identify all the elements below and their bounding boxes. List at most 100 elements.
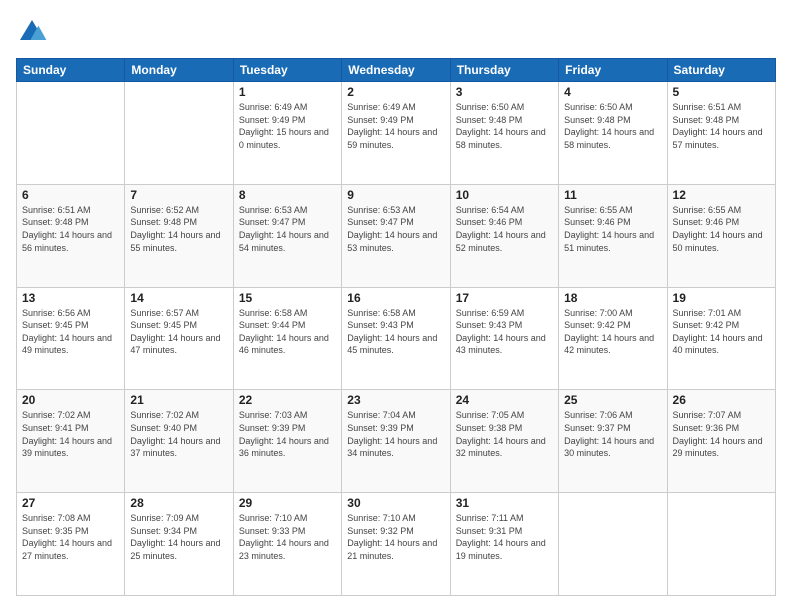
header xyxy=(16,16,776,48)
day-info-26: Sunrise: 7:07 AM Sunset: 9:36 PM Dayligh… xyxy=(673,409,770,459)
week-row-2: 6Sunrise: 6:51 AM Sunset: 9:48 PM Daylig… xyxy=(17,184,776,287)
day-cell-14: 14Sunrise: 6:57 AM Sunset: 9:45 PM Dayli… xyxy=(125,287,233,390)
day-cell-6: 6Sunrise: 6:51 AM Sunset: 9:48 PM Daylig… xyxy=(17,184,125,287)
day-info-2: Sunrise: 6:49 AM Sunset: 9:49 PM Dayligh… xyxy=(347,101,444,151)
day-cell-9: 9 Sunrise: 6:53 AM Sunset: 9:47 PM Daylig… xyxy=(342,184,450,287)
day-cell-15: 15Sunrise: 6:58 AM Sunset: 9:44 PM Dayli… xyxy=(233,287,341,390)
day-cell-12: 12 Sunrise: 6:55 AM Sunset: 9:46 PM Dayli… xyxy=(667,184,775,287)
day-number-28: 28 xyxy=(130,496,227,510)
day-number-10: 10 xyxy=(456,188,553,202)
day-cell-23: 23Sunrise: 7:04 AM Sunset: 9:39 PM Dayli… xyxy=(342,390,450,493)
day-number-4: 4 xyxy=(564,85,661,99)
day-info-24: Sunrise: 7:05 AM Sunset: 9:38 PM Dayligh… xyxy=(456,409,553,459)
day-number-16: 16 xyxy=(347,291,444,305)
day-info-27: Sunrise: 7:08 AM Sunset: 9:35 PM Dayligh… xyxy=(22,512,119,562)
day-cell-10: 10 Sunrise: 6:54 AM Sunset: 9:46 PM Dayli… xyxy=(450,184,558,287)
day-cell-22: 22Sunrise: 7:03 AM Sunset: 9:39 PM Dayli… xyxy=(233,390,341,493)
day-info-21: Sunrise: 7:02 AM Sunset: 9:40 PM Dayligh… xyxy=(130,409,227,459)
day-cell-25: 25 Sunrise: 7:06 AM Sunset: 9:37 PM Dayli… xyxy=(559,390,667,493)
week-row-1: 1 Sunrise: 6:49 AM Sunset: 9:49 PM Daylig… xyxy=(17,82,776,185)
day-number-20: 20 xyxy=(22,393,119,407)
day-number-12: 12 xyxy=(673,188,770,202)
week-row-5: 27 Sunrise: 7:08 AM Sunset: 9:35 PM Dayli… xyxy=(17,493,776,596)
day-info-31: Sunrise: 7:11 AM Sunset: 9:31 PM Dayligh… xyxy=(456,512,553,562)
empty-cell xyxy=(125,82,233,185)
day-cell-7: 7 Sunrise: 6:52 AM Sunset: 9:48 PM Daylig… xyxy=(125,184,233,287)
weekday-header-monday: Monday xyxy=(125,59,233,82)
day-number-7: 7 xyxy=(130,188,227,202)
day-info-3: Sunrise: 6:50 AM Sunset: 9:48 PM Dayligh… xyxy=(456,101,553,151)
logo xyxy=(16,16,52,48)
day-number-8: 8 xyxy=(239,188,336,202)
day-cell-1: 1 Sunrise: 6:49 AM Sunset: 9:49 PM Daylig… xyxy=(233,82,341,185)
weekday-header-wednesday: Wednesday xyxy=(342,59,450,82)
day-number-13: 13 xyxy=(22,291,119,305)
weekday-header-thursday: Thursday xyxy=(450,59,558,82)
day-number-2: 2 xyxy=(347,85,444,99)
day-number-27: 27 xyxy=(22,496,119,510)
day-info-9: Sunrise: 6:53 AM Sunset: 9:47 PM Dayligh… xyxy=(347,204,444,254)
day-number-19: 19 xyxy=(673,291,770,305)
day-info-19: Sunrise: 7:01 AM Sunset: 9:42 PM Dayligh… xyxy=(673,307,770,357)
day-info-12: Sunrise: 6:55 AM Sunset: 9:46 PM Dayligh… xyxy=(673,204,770,254)
day-number-18: 18 xyxy=(564,291,661,305)
day-number-3: 3 xyxy=(456,85,553,99)
day-info-8: Sunrise: 6:53 AM Sunset: 9:47 PM Dayligh… xyxy=(239,204,336,254)
day-info-4: Sunrise: 6:50 AM Sunset: 9:48 PM Dayligh… xyxy=(564,101,661,151)
day-info-13: Sunrise: 6:56 AM Sunset: 9:45 PM Dayligh… xyxy=(22,307,119,357)
day-cell-31: 31 Sunrise: 7:11 AM Sunset: 9:31 PM Dayli… xyxy=(450,493,558,596)
weekday-header-row: SundayMondayTuesdayWednesdayThursdayFrid… xyxy=(17,59,776,82)
day-cell-16: 16 Sunrise: 6:58 AM Sunset: 9:43 PM Dayli… xyxy=(342,287,450,390)
day-number-24: 24 xyxy=(456,393,553,407)
page: SundayMondayTuesdayWednesdayThursdayFrid… xyxy=(0,0,792,612)
day-number-26: 26 xyxy=(673,393,770,407)
day-cell-11: 11Sunrise: 6:55 AM Sunset: 9:46 PM Dayli… xyxy=(559,184,667,287)
day-info-16: Sunrise: 6:58 AM Sunset: 9:43 PM Dayligh… xyxy=(347,307,444,357)
day-number-22: 22 xyxy=(239,393,336,407)
day-info-1: Sunrise: 6:49 AM Sunset: 9:49 PM Dayligh… xyxy=(239,101,336,151)
day-cell-5: 5 Sunrise: 6:51 AM Sunset: 9:48 PM Daylig… xyxy=(667,82,775,185)
day-cell-13: 13 Sunrise: 6:56 AM Sunset: 9:45 PM Dayli… xyxy=(17,287,125,390)
day-number-25: 25 xyxy=(564,393,661,407)
weekday-header-tuesday: Tuesday xyxy=(233,59,341,82)
weekday-header-saturday: Saturday xyxy=(667,59,775,82)
day-info-30: Sunrise: 7:10 AM Sunset: 9:32 PM Dayligh… xyxy=(347,512,444,562)
day-info-29: Sunrise: 7:10 AM Sunset: 9:33 PM Dayligh… xyxy=(239,512,336,562)
day-number-9: 9 xyxy=(347,188,444,202)
day-cell-21: 21 Sunrise: 7:02 AM Sunset: 9:40 PM Dayli… xyxy=(125,390,233,493)
day-info-18: Sunrise: 7:00 AM Sunset: 9:42 PM Dayligh… xyxy=(564,307,661,357)
day-cell-17: 17 Sunrise: 6:59 AM Sunset: 9:43 PM Dayli… xyxy=(450,287,558,390)
week-row-3: 13 Sunrise: 6:56 AM Sunset: 9:45 PM Dayli… xyxy=(17,287,776,390)
day-number-17: 17 xyxy=(456,291,553,305)
day-number-14: 14 xyxy=(130,291,227,305)
day-cell-24: 24 Sunrise: 7:05 AM Sunset: 9:38 PM Dayli… xyxy=(450,390,558,493)
calendar-table: SundayMondayTuesdayWednesdayThursdayFrid… xyxy=(16,58,776,596)
day-cell-20: 20 Sunrise: 7:02 AM Sunset: 9:41 PM Dayli… xyxy=(17,390,125,493)
day-number-11: 11 xyxy=(564,188,661,202)
day-cell-3: 3 Sunrise: 6:50 AM Sunset: 9:48 PM Daylig… xyxy=(450,82,558,185)
empty-cell xyxy=(667,493,775,596)
day-number-21: 21 xyxy=(130,393,227,407)
day-number-31: 31 xyxy=(456,496,553,510)
day-cell-27: 27 Sunrise: 7:08 AM Sunset: 9:35 PM Dayli… xyxy=(17,493,125,596)
day-number-15: 15 xyxy=(239,291,336,305)
day-info-25: Sunrise: 7:06 AM Sunset: 9:37 PM Dayligh… xyxy=(564,409,661,459)
day-number-1: 1 xyxy=(239,85,336,99)
day-info-20: Sunrise: 7:02 AM Sunset: 9:41 PM Dayligh… xyxy=(22,409,119,459)
day-number-6: 6 xyxy=(22,188,119,202)
day-number-5: 5 xyxy=(673,85,770,99)
day-info-10: Sunrise: 6:54 AM Sunset: 9:46 PM Dayligh… xyxy=(456,204,553,254)
day-info-28: Sunrise: 7:09 AM Sunset: 9:34 PM Dayligh… xyxy=(130,512,227,562)
day-info-7: Sunrise: 6:52 AM Sunset: 9:48 PM Dayligh… xyxy=(130,204,227,254)
day-cell-26: 26 Sunrise: 7:07 AM Sunset: 9:36 PM Dayli… xyxy=(667,390,775,493)
weekday-header-sunday: Sunday xyxy=(17,59,125,82)
day-cell-4: 4 Sunrise: 6:50 AM Sunset: 9:48 PM Daylig… xyxy=(559,82,667,185)
day-number-29: 29 xyxy=(239,496,336,510)
day-info-17: Sunrise: 6:59 AM Sunset: 9:43 PM Dayligh… xyxy=(456,307,553,357)
day-info-5: Sunrise: 6:51 AM Sunset: 9:48 PM Dayligh… xyxy=(673,101,770,151)
empty-cell xyxy=(559,493,667,596)
day-number-23: 23 xyxy=(347,393,444,407)
day-cell-29: 29 Sunrise: 7:10 AM Sunset: 9:33 PM Dayli… xyxy=(233,493,341,596)
day-cell-19: 19 Sunrise: 7:01 AM Sunset: 9:42 PM Dayli… xyxy=(667,287,775,390)
day-cell-18: 18 Sunrise: 7:00 AM Sunset: 9:42 PM Dayli… xyxy=(559,287,667,390)
